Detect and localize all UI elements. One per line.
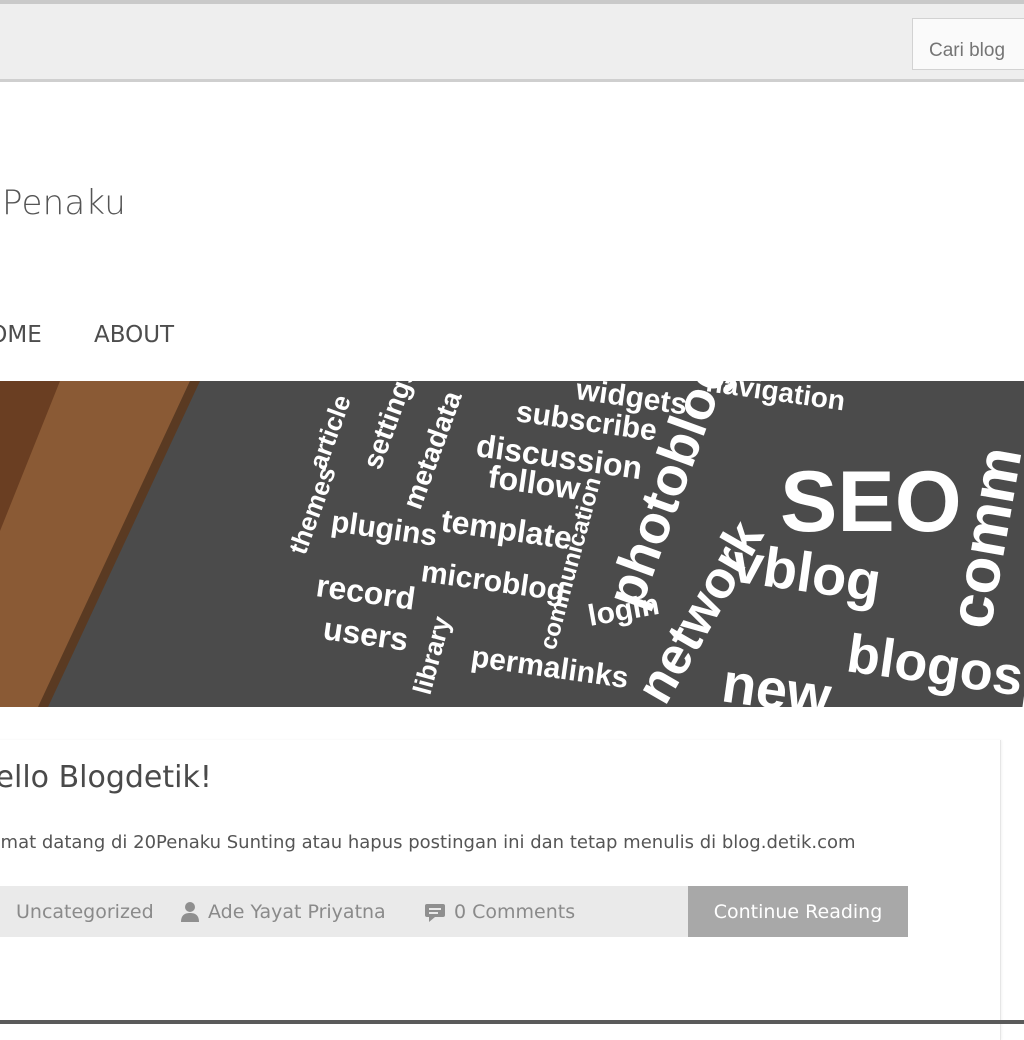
post-excerpt: Selamat datang di 20Penaku Sunting atau … [0, 832, 856, 853]
continue-reading-button[interactable]: Continue Reading [688, 886, 908, 937]
comment-icon [425, 903, 445, 922]
chalkboard-illustration: widgets navigation article settings subs… [0, 381, 1024, 707]
post-comments-label: 0 Comments [454, 900, 576, 923]
post-title[interactable]: Hello Blogdetik! [0, 760, 212, 795]
user-icon [181, 901, 199, 922]
hero-word: SEO [780, 454, 962, 550]
site-title[interactable]: Penaku [2, 183, 126, 223]
post-author-label: Ade Yayat Priyatna [208, 900, 386, 923]
bottom-divider [0, 1020, 1024, 1024]
hero-image: widgets navigation article settings subs… [0, 381, 1024, 707]
post-author[interactable]: Ade Yayat Priyatna [180, 886, 386, 937]
post-category-label: Uncategorized [16, 900, 154, 923]
nav-item-home[interactable]: HOME [0, 322, 42, 348]
search-input[interactable] [912, 18, 1024, 70]
post-comments[interactable]: 0 Comments [424, 886, 575, 937]
top-bar [0, 0, 1024, 82]
post-category[interactable]: Uncategorized [8, 886, 154, 937]
nav-item-about[interactable]: ABOUT [94, 322, 174, 348]
